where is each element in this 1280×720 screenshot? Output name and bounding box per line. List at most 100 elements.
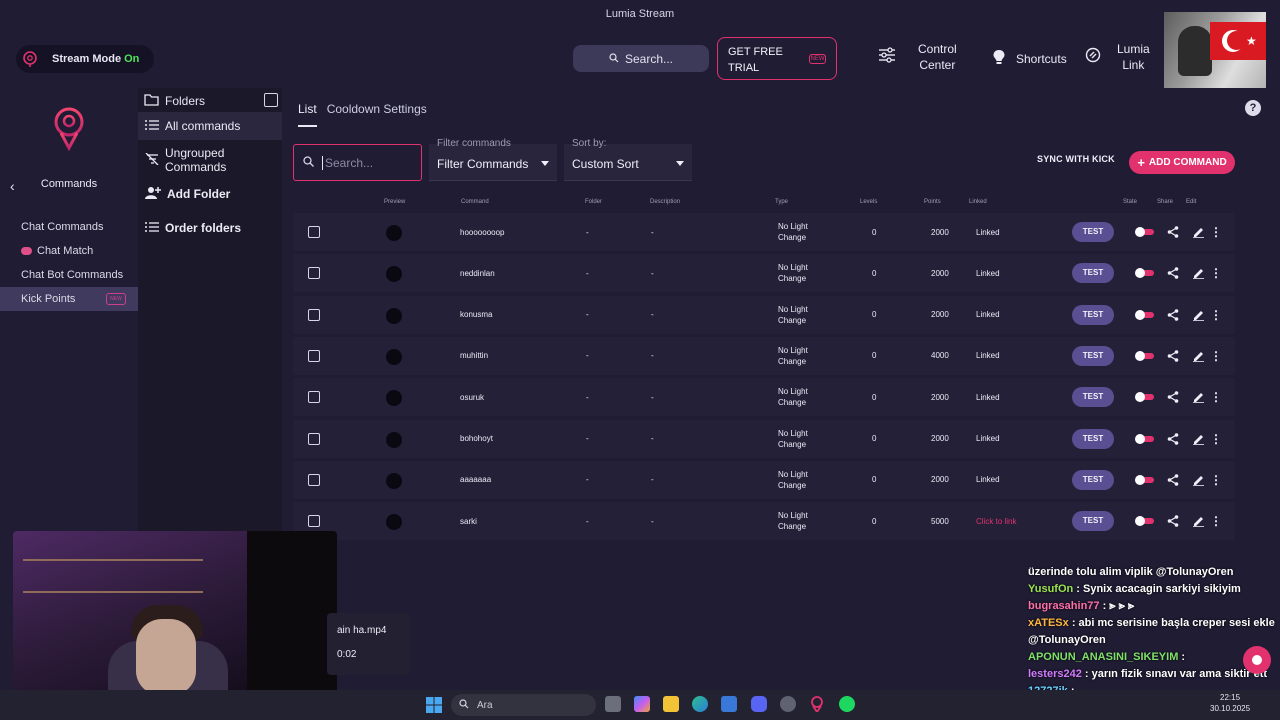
more-options-icon[interactable]: ⋮ [1210, 308, 1222, 322]
add-folder-button[interactable]: Add Folder [138, 180, 282, 208]
state-toggle[interactable] [1135, 433, 1154, 444]
preview-dot-icon[interactable] [386, 514, 402, 531]
shortcuts-button[interactable]: Shortcuts [992, 49, 1067, 69]
sidebar-item-chat-match[interactable]: Chat Match [0, 239, 138, 263]
help-icon[interactable]: ? [1245, 100, 1261, 116]
column-header-edit[interactable]: Edit [1186, 199, 1196, 205]
table-row[interactable]: konusma - - No Light Change 0 2000 Linke… [293, 295, 1235, 334]
table-row[interactable]: osuruk - - No Light Change 0 2000 Linked… [293, 378, 1235, 417]
lumia-link-button[interactable]: Lumia Link [1085, 41, 1150, 73]
state-toggle[interactable] [1135, 516, 1154, 527]
test-button[interactable]: TEST [1072, 469, 1114, 490]
chat-bubble-icon[interactable] [1243, 646, 1271, 674]
preview-dot-icon[interactable] [386, 390, 402, 407]
user-avatar[interactable]: ★ [1164, 12, 1266, 88]
row-checkbox[interactable] [308, 515, 320, 528]
row-checkbox[interactable] [308, 308, 320, 321]
sort-by-select[interactable]: Sort by: Custom Sort [564, 138, 692, 181]
more-options-icon[interactable]: ⋮ [1210, 473, 1222, 487]
share-icon[interactable] [1167, 515, 1179, 529]
folder-ungrouped-commands[interactable]: Ungrouped Commands [138, 146, 282, 174]
test-button[interactable]: TEST [1072, 345, 1114, 366]
state-toggle[interactable] [1135, 309, 1154, 320]
windows-start-icon[interactable] [426, 697, 442, 713]
table-row[interactable]: neddinlan - - No Light Change 0 2000 Lin… [293, 254, 1235, 293]
command-linked[interactable]: Click to link [976, 502, 1016, 540]
test-button[interactable]: TEST [1072, 222, 1114, 242]
more-options-icon[interactable]: ⋮ [1210, 266, 1222, 280]
test-button[interactable]: TEST [1072, 263, 1114, 284]
share-icon[interactable] [1167, 391, 1179, 405]
lumia-taskbar-icon[interactable] [809, 696, 825, 714]
state-toggle[interactable] [1135, 350, 1154, 361]
column-header-preview[interactable]: Preview [384, 199, 405, 205]
more-options-icon[interactable]: ⋮ [1210, 514, 1222, 528]
table-row[interactable]: aaaaaaa - - No Light Change 0 2000 Linke… [293, 460, 1235, 499]
column-header-points[interactable]: Points [924, 199, 941, 205]
edit-icon[interactable] [1193, 474, 1204, 488]
more-options-icon[interactable]: ⋮ [1210, 349, 1222, 363]
row-checkbox[interactable] [308, 432, 320, 445]
state-toggle[interactable] [1135, 474, 1154, 485]
column-header-type[interactable]: Type [775, 199, 788, 205]
stream-mode-toggle[interactable]: Stream Mode On [16, 45, 154, 73]
edit-icon[interactable] [1193, 226, 1204, 240]
tab-cooldown-settings[interactable]: Cooldown Settings [327, 102, 427, 127]
more-options-icon[interactable]: ⋮ [1210, 225, 1222, 239]
filter-commands-select[interactable]: Filter commands Filter Commands [429, 138, 557, 181]
video-preview-popup[interactable]: ain ha.mp4 0:02 [327, 613, 410, 675]
test-button[interactable]: TEST [1072, 387, 1114, 408]
column-header-linked[interactable]: Linked [969, 199, 987, 205]
state-toggle[interactable] [1135, 268, 1154, 279]
sidebar-item-kick-points[interactable]: Kick Points NEW [0, 287, 138, 311]
share-icon[interactable] [1167, 267, 1179, 281]
store-icon[interactable] [721, 696, 737, 712]
sidebar-item-chat-commands[interactable]: Chat Commands [0, 215, 138, 239]
state-toggle[interactable] [1135, 227, 1154, 237]
row-checkbox[interactable] [308, 349, 320, 362]
column-header-state[interactable]: State [1123, 199, 1137, 205]
edit-icon[interactable] [1193, 391, 1204, 405]
preview-dot-icon[interactable] [386, 225, 402, 241]
order-folders-button[interactable]: Order folders [138, 214, 282, 242]
column-header-command[interactable]: Command [461, 199, 489, 205]
share-icon[interactable] [1167, 226, 1179, 240]
discord-icon[interactable] [751, 696, 767, 712]
add-command-button[interactable]: + ADD COMMAND [1129, 151, 1235, 174]
sidebar-item-chat-bot-commands[interactable]: Chat Bot Commands [0, 263, 138, 287]
more-options-icon[interactable]: ⋮ [1210, 432, 1222, 446]
column-header-levels[interactable]: Levels [860, 199, 877, 205]
copilot-icon[interactable] [634, 696, 650, 712]
preview-dot-icon[interactable] [386, 431, 402, 448]
test-button[interactable]: TEST [1072, 428, 1114, 449]
test-button[interactable]: TEST [1072, 304, 1114, 325]
state-toggle[interactable] [1135, 392, 1154, 403]
preview-dot-icon[interactable] [386, 472, 402, 489]
column-header-description[interactable]: Description [650, 199, 680, 205]
share-icon[interactable] [1167, 473, 1179, 488]
clock[interactable]: 22:15 30.10.2025 [1210, 692, 1250, 714]
preview-dot-icon[interactable] [386, 307, 402, 324]
tab-list[interactable]: List [298, 102, 317, 127]
global-search-button[interactable]: Search... [573, 45, 709, 72]
spotify-icon[interactable] [839, 696, 855, 712]
obs-icon[interactable] [780, 696, 796, 712]
row-checkbox[interactable] [308, 391, 320, 404]
folder-all-commands[interactable]: All commands [138, 112, 282, 140]
task-view-icon[interactable] [605, 696, 621, 712]
file-explorer-icon[interactable] [663, 696, 679, 712]
row-checkbox[interactable] [308, 226, 320, 238]
back-chevron-icon[interactable]: ‹ [10, 178, 15, 194]
table-row[interactable]: bohohoyt - - No Light Change 0 2000 Link… [293, 419, 1235, 458]
row-checkbox[interactable] [308, 267, 320, 280]
share-icon[interactable] [1167, 432, 1179, 447]
column-header-share[interactable]: Share [1157, 199, 1173, 205]
edit-icon[interactable] [1193, 433, 1204, 447]
command-search-input[interactable]: Search... [293, 144, 422, 181]
edit-icon[interactable] [1193, 267, 1204, 281]
edit-icon[interactable] [1193, 309, 1204, 323]
get-free-trial-button[interactable]: GET FREE TRIAL NEW [717, 37, 837, 80]
row-checkbox[interactable] [308, 473, 320, 486]
table-row[interactable]: hoooooooop - - No Light Change 0 2000 Li… [293, 213, 1235, 251]
table-row[interactable]: sarki - - No Light Change 0 5000 Click t… [293, 502, 1235, 541]
